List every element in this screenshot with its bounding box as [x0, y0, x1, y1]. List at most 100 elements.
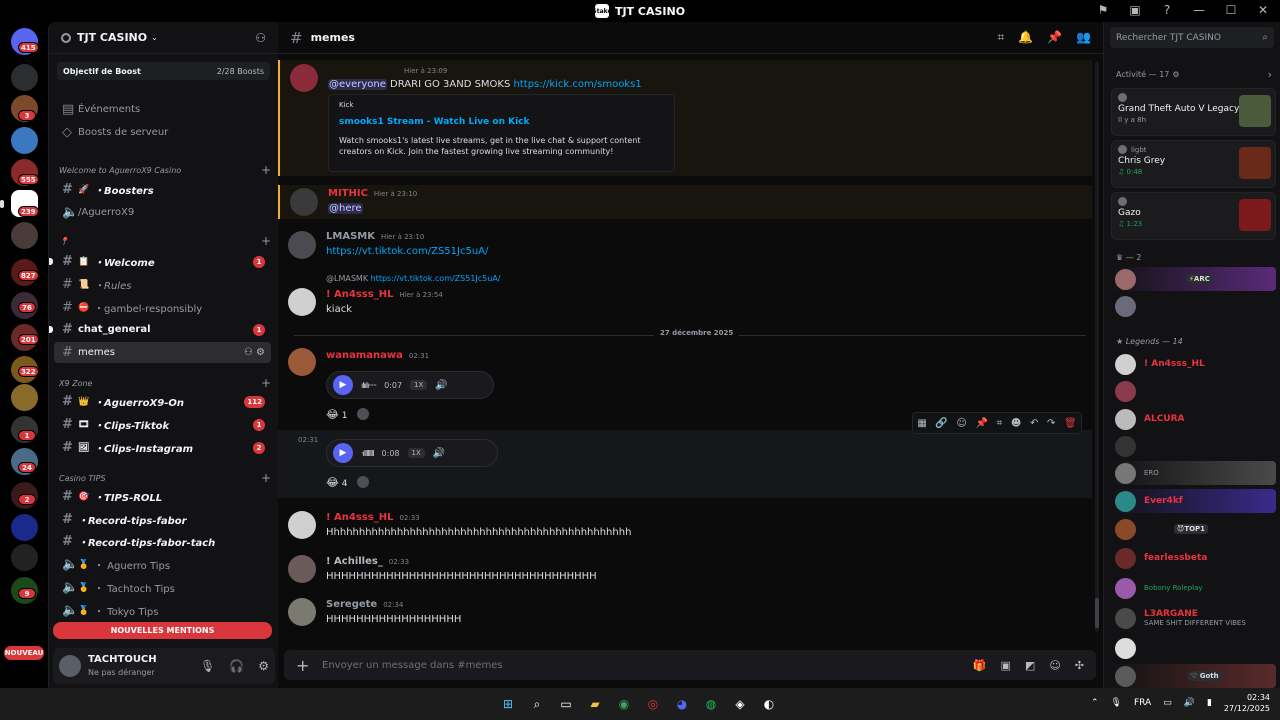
chevron-up-icon[interactable]: ⌃	[1091, 698, 1099, 708]
events-link[interactable]: ▤ Événements	[54, 99, 271, 120]
member-item[interactable]	[1111, 636, 1276, 660]
playback-speed-button[interactable]: 1X	[407, 448, 425, 458]
member-item[interactable]: ! An4sss_HL	[1111, 352, 1276, 376]
add-channel-icon[interactable]: +	[261, 471, 271, 485]
message-author[interactable]: ! Achilles_ 02:33	[326, 556, 409, 567]
channel-boosters[interactable]: # 🚀 ・Boosters	[54, 179, 271, 200]
reaction-laugh[interactable]: 😂 1	[326, 408, 347, 421]
channel-gambel[interactable]: # ⛔ ・gambel-responsibly	[54, 297, 271, 318]
help-icon[interactable]: ?	[1158, 3, 1176, 17]
voice-channel-tokyo-tips[interactable]: 🔈 🏅 ・ Tokyo Tips	[54, 600, 271, 621]
reply-icon[interactable]: ↶	[1030, 418, 1038, 429]
boost-goal-bar[interactable]: Objectif de Boost 2/28 Boosts	[57, 62, 270, 80]
app-icon[interactable]: ▦	[917, 418, 926, 429]
channel-record-fabor-tach[interactable]: # ・Record-tips-fabor-tach	[54, 531, 271, 552]
member-item[interactable]: ♡ Goth	[1111, 664, 1276, 688]
server-icon[interactable]	[11, 384, 38, 411]
voice-channel-tachtoch-tips[interactable]: 🔈 🏅 ・ Tachtoch Tips	[54, 577, 271, 598]
network-icon[interactable]: ▭	[1163, 698, 1172, 708]
invite-and-settings-icons[interactable]: ⚇ ⚙	[244, 347, 265, 358]
add-channel-icon[interactable]: +	[261, 376, 271, 390]
screen-icon[interactable]: ▣	[1126, 3, 1144, 17]
discord-icon[interactable]: ◕	[672, 694, 692, 714]
maximize-icon[interactable]: ☐	[1222, 3, 1240, 17]
gear-icon[interactable]: ⚙	[258, 659, 269, 673]
reply-user[interactable]: @LMASMK	[326, 274, 368, 283]
member-item[interactable]: L3ARGANE SAME SHIT DIFFERENT VIBES	[1111, 606, 1276, 630]
app-icon[interactable]: ◐	[759, 694, 779, 714]
plus-icon[interactable]: +	[296, 656, 322, 675]
avatar[interactable]	[290, 64, 318, 92]
member-item[interactable]: ERO	[1111, 461, 1276, 485]
waveform[interactable]: ·ıllllllll	[361, 449, 375, 458]
avatar[interactable]	[288, 348, 316, 376]
language-indicator[interactable]: FRA	[1134, 698, 1151, 708]
message-author[interactable]: ! An4sss_HL Hier à 23:54	[326, 289, 443, 300]
emoji-icon[interactable]: ☻	[1011, 418, 1021, 429]
gear-icon[interactable]: ⚙	[1172, 70, 1179, 79]
avatar[interactable]	[290, 188, 318, 216]
activity-card[interactable]: Grand Theft Auto V Legacy Il y a 8h	[1111, 88, 1276, 136]
category-tips[interactable]: Casino TIPS +	[59, 471, 271, 485]
reply-link[interactable]: https://vt.tiktok.com/ZS51Jc5uA/	[371, 274, 501, 283]
waveform[interactable]: ılıılı·····	[361, 381, 377, 390]
add-channel-icon[interactable]: +	[261, 234, 271, 248]
invite-user-icon[interactable]: ⚇	[255, 31, 266, 45]
server-icon[interactable]	[11, 64, 38, 91]
author-name[interactable]: ! An4sss_HL	[326, 289, 393, 300]
emoji-icon[interactable]: ☺	[1049, 659, 1060, 672]
reply-preview[interactable]: @LMASMK https://vt.tiktok.com/ZS51Jc5uA/	[326, 274, 501, 283]
voice-channel-aguerro-tips[interactable]: 🔈 🏅 ・ Aguerro Tips	[54, 554, 271, 575]
member-item[interactable]	[1111, 294, 1276, 318]
channel-memes[interactable]: # memes ⚇ ⚙	[54, 342, 271, 363]
thread-icon[interactable]: ⌗	[997, 418, 1003, 429]
message-author[interactable]: MITHIC Hier à 23:10	[328, 188, 417, 199]
message-input[interactable]: Envoyer un message dans #memes	[322, 660, 503, 671]
gif-icon[interactable]: ▣	[1001, 659, 1011, 672]
link-icon[interactable]: 🔗	[935, 418, 947, 429]
member-list-icon[interactable]: 👥	[1076, 30, 1091, 45]
add-reaction-icon[interactable]: ☺	[956, 418, 966, 429]
embed-title[interactable]: smooks1 Stream - Watch Live on Kick	[339, 117, 664, 127]
chat-scrollbar[interactable]	[1095, 62, 1099, 632]
channel-record-fabor[interactable]: # ・Record-tips-fabor	[54, 509, 271, 530]
mention-here[interactable]: @here	[328, 203, 363, 214]
activity-header[interactable]: Activité — 17 ⚙ ›	[1116, 68, 1272, 81]
chevron-right-icon[interactable]: ›	[1268, 68, 1272, 81]
server-boosts-link[interactable]: ◇ Boosts de serveur	[54, 122, 271, 143]
message-link[interactable]: https://kick.com/smooks1	[514, 79, 642, 90]
channel-tips-roll[interactable]: # 🎯 ・TIPS-ROLL	[54, 486, 271, 507]
avatar[interactable]	[288, 555, 316, 583]
member-item[interactable]: ALCURA	[1111, 407, 1276, 431]
trash-icon[interactable]: 🗑	[1064, 418, 1077, 429]
server-icon[interactable]	[11, 514, 38, 541]
message-author[interactable]: ! An4sss_HL 02:33	[326, 512, 420, 523]
channel-clips-tiktok[interactable]: # 🎞 ・Clips-Tiktok 1	[54, 414, 271, 435]
new-unreads-pill[interactable]: NOUVEAU	[4, 646, 44, 660]
category-pin[interactable]: 📍 +	[59, 234, 271, 248]
avatar[interactable]	[288, 231, 316, 259]
member-item[interactable]	[1111, 434, 1276, 458]
message-author[interactable]: LMASMK Hier à 23:10	[326, 231, 424, 242]
embed-provider[interactable]: Kick	[339, 101, 664, 109]
message-author[interactable]: Hier à 23:09	[328, 65, 447, 76]
spotify-icon[interactable]: ◍	[701, 694, 721, 714]
volume-icon[interactable]: 🔊	[433, 448, 445, 459]
battery-icon[interactable]: ▮	[1207, 698, 1212, 708]
add-channel-icon[interactable]: +	[261, 163, 271, 177]
channel-rules[interactable]: # 📜 ・Rules	[54, 274, 271, 295]
close-icon[interactable]: ✕	[1254, 3, 1272, 17]
search-input[interactable]: Rechercher TJT CASINO ⌕	[1110, 27, 1274, 48]
reaction-laugh[interactable]: 😂 4	[326, 476, 347, 489]
message-link[interactable]: https://vt.tiktok.com/ZS51Jc5uA/	[326, 246, 488, 257]
member-item[interactable]: ⚡ARC	[1111, 267, 1276, 291]
inbox-flag-icon[interactable]: ⚑	[1094, 3, 1112, 17]
activity-card[interactable]: Gazo ♫ 1:23	[1111, 192, 1276, 240]
voice-channel-aguerro[interactable]: 🔈/AguerroX9	[54, 202, 271, 223]
volume-icon[interactable]: 🔊	[1184, 698, 1195, 708]
user-info[interactable]: TACHTOUCH Ne pas déranger	[88, 654, 157, 678]
member-item[interactable]: 😈TOP1	[1111, 517, 1276, 541]
avatar[interactable]	[59, 655, 81, 677]
mention-everyone[interactable]: @everyone	[328, 79, 387, 90]
microphone-icon[interactable]: 🎙	[200, 659, 215, 673]
